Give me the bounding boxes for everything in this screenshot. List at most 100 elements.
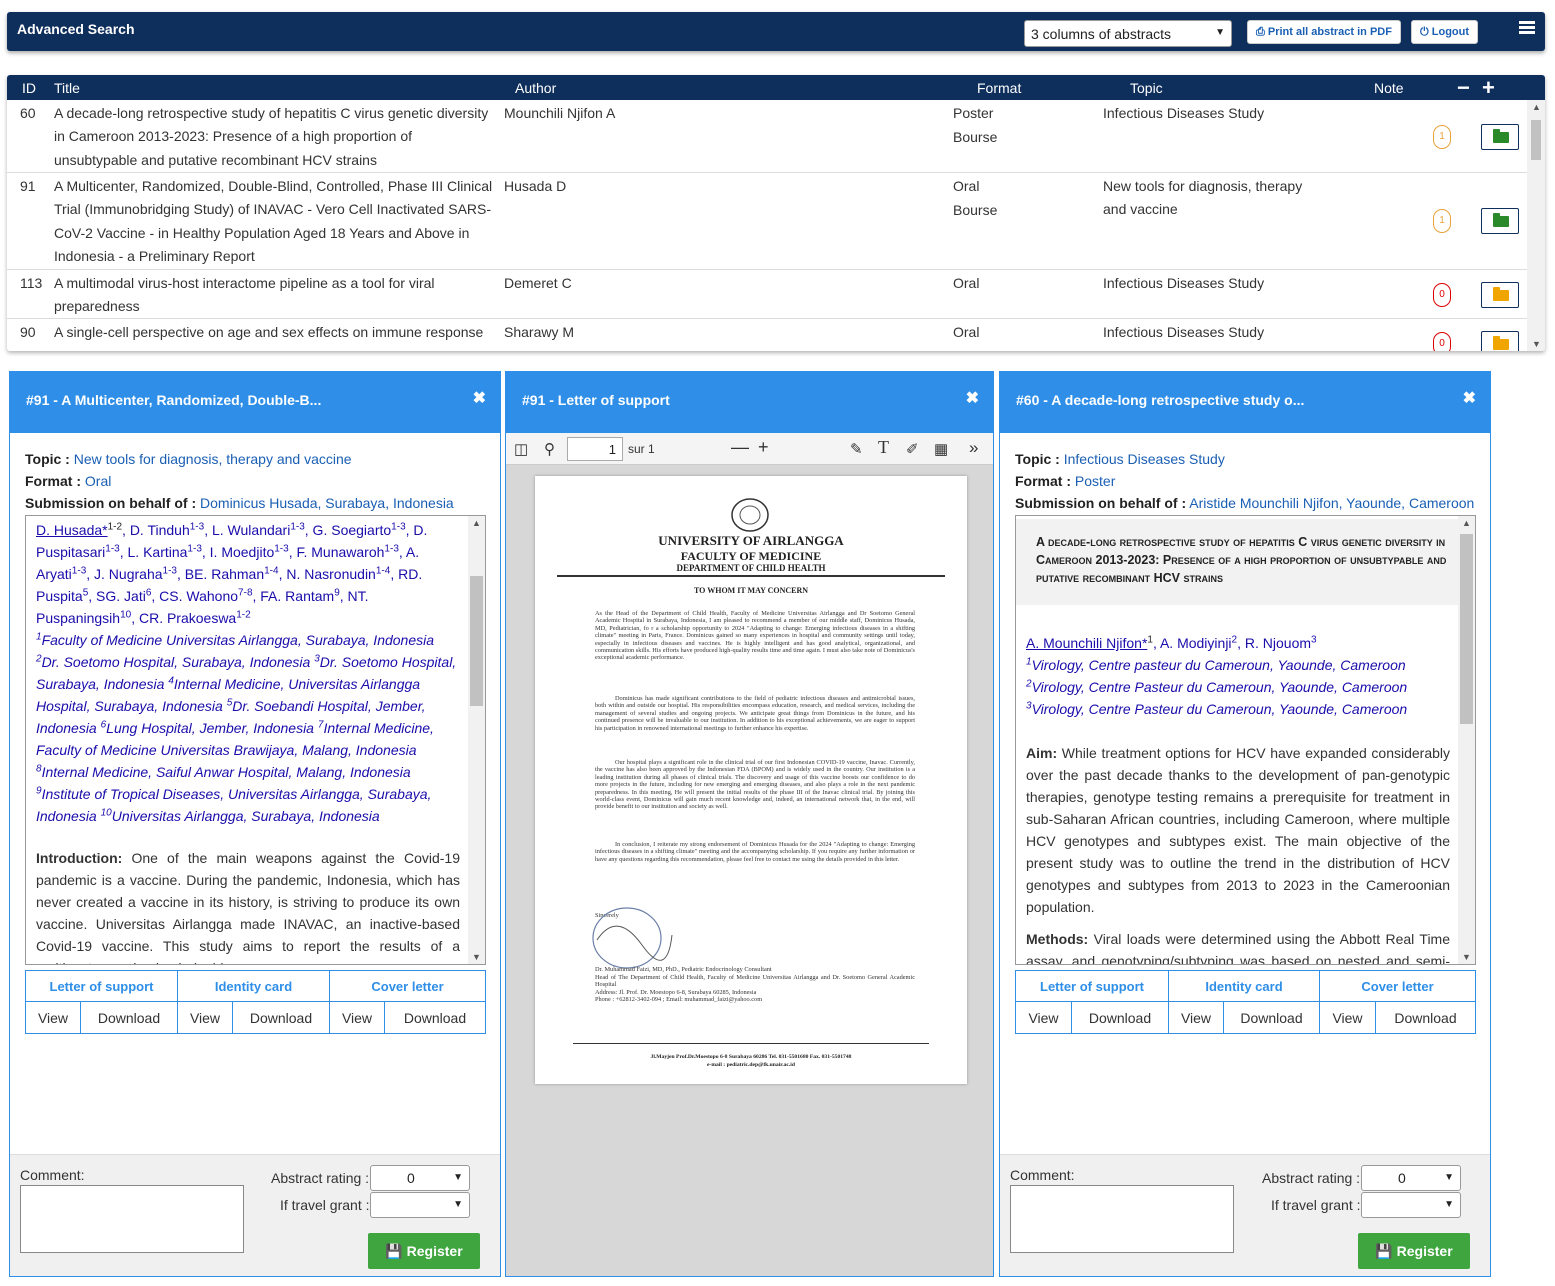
scroll-thumb[interactable]	[470, 576, 483, 706]
rating-select[interactable]: 0 ▼	[370, 1165, 470, 1191]
view-identity-button[interactable]: View	[178, 1002, 233, 1034]
note-badge[interactable]: 0	[1433, 332, 1451, 351]
scroll-thumb[interactable]	[1460, 534, 1473, 724]
col-format[interactable]: Format	[977, 80, 1021, 96]
table-header: ID Title Author Format Topic Note − +	[7, 75, 1545, 100]
view-cover-button[interactable]: View	[330, 1002, 385, 1034]
logout-button[interactable]: ⏻ Logout	[1411, 20, 1479, 44]
chevron-down-icon: ▼	[1444, 1172, 1454, 1183]
scroll-down-icon[interactable]: ▼	[1532, 339, 1541, 349]
chevron-down-icon: ▼	[1215, 27, 1225, 38]
image-icon[interactable]: ▦	[934, 440, 948, 458]
download-identity-button[interactable]: Download	[1224, 1002, 1320, 1034]
review-footer: Comment: Abstract rating : 0 ▼ If travel …	[1000, 1154, 1490, 1276]
download-identity-button[interactable]: Download	[233, 1002, 330, 1034]
scroll-thumb[interactable]	[1531, 120, 1541, 160]
scroll-up-icon[interactable]: ▲	[1462, 518, 1471, 528]
format-value: Poster	[1074, 473, 1116, 489]
chevron-down-icon: ▼	[453, 1199, 463, 1210]
abstract-panel-91: #91 - A Multicenter, Randomized, Double-…	[9, 371, 501, 1277]
scroll-up-icon[interactable]: ▲	[472, 518, 481, 528]
table-row[interactable]: 60 A decade-long retrospective study of …	[7, 100, 1527, 173]
abstract-title: A decade-long retrospective study of hep…	[1016, 519, 1459, 605]
col-topic[interactable]: Topic	[1130, 80, 1163, 96]
open-folder-button[interactable]	[1481, 124, 1519, 150]
affiliation-list: 1Faculty of Medicine Universitas Airlang…	[36, 631, 457, 824]
page-title: Advanced Search	[17, 21, 135, 37]
col-note[interactable]: Note	[1374, 80, 1404, 96]
abstract-scrollbar[interactable]: ▲ ▼	[468, 516, 485, 964]
page-number-input[interactable]: 1	[567, 437, 623, 461]
travel-grant-select[interactable]: ▼	[1361, 1192, 1461, 1218]
view-letter-button[interactable]: View	[26, 1002, 81, 1034]
table-row[interactable]: 90 A single-cell perspective on age and …	[7, 319, 1527, 351]
letter-of-support-label: Letter of support	[1016, 971, 1169, 1002]
cover-letter-label: Cover letter	[330, 971, 485, 1002]
folder-open-icon	[1493, 129, 1509, 143]
abstracts-table: ID Title Author Format Topic Note − + 60…	[7, 75, 1545, 351]
review-footer: Comment: Abstract rating : 0 ▼ If travel …	[10, 1154, 500, 1276]
chevron-down-icon: ▼	[453, 1172, 463, 1183]
scroll-down-icon[interactable]: ▼	[1462, 952, 1471, 962]
columns-select[interactable]: 3 columns of abstracts ▼	[1024, 20, 1232, 47]
behalf-value: Aristide Mounchili Njifon, Yaounde, Came…	[1189, 495, 1475, 511]
text-tool-icon[interactable]: T	[878, 437, 889, 458]
cover-letter-label: Cover letter	[1320, 971, 1475, 1002]
abstract-text-box[interactable]: A decade-long retrospective study of hep…	[1015, 515, 1476, 965]
top-bar: Advanced Search 3 columns of abstracts ▼ …	[7, 12, 1545, 51]
download-cover-button[interactable]: Download	[385, 1002, 485, 1034]
university-seal-icon	[731, 498, 769, 532]
folder-open-icon	[1493, 213, 1509, 227]
collapse-minus-icon[interactable]: −	[1457, 75, 1470, 101]
zoom-in-icon[interactable]: +	[758, 437, 769, 458]
expand-plus-icon[interactable]: +	[1482, 75, 1495, 101]
col-id[interactable]: ID	[22, 80, 36, 96]
print-icon: ⎙	[1256, 26, 1268, 38]
travel-grant-select[interactable]: ▼	[370, 1192, 470, 1218]
format-value: Oral	[84, 473, 112, 489]
close-icon[interactable]: ✖	[1463, 388, 1476, 408]
author-list: D. Husada*1-2, D. Tinduh1-3, L. Wulandar…	[36, 521, 428, 626]
rating-select[interactable]: 0 ▼	[1361, 1165, 1461, 1191]
register-button[interactable]: 💾 Register	[368, 1233, 480, 1269]
table-row[interactable]: 113 A multimodal virus-host interactome …	[7, 270, 1527, 319]
close-icon[interactable]: ✖	[966, 388, 979, 408]
view-letter-button[interactable]: View	[1016, 1002, 1072, 1034]
sidebar-toggle-icon[interactable]: ◫	[514, 440, 528, 458]
folder-icon	[1493, 336, 1509, 350]
panel-header: #60 - A decade-long retrospective study …	[1000, 372, 1490, 433]
register-button[interactable]: 💾 Register	[1358, 1233, 1470, 1269]
pdf-viewer-panel: #91 - Letter of support ✖ ◫ ⚲ 1 sur 1 — +…	[505, 371, 994, 1277]
comment-input[interactable]	[20, 1185, 244, 1253]
more-tools-icon[interactable]: »	[969, 438, 978, 458]
abstract-scrollbar[interactable]: ▲ ▼	[1458, 516, 1475, 964]
abstract-text-box[interactable]: D. Husada*1-2, D. Tinduh1-3, L. Wulandar…	[25, 515, 486, 965]
download-letter-button[interactable]: Download	[81, 1002, 178, 1034]
table-scrollbar[interactable]: ▲ ▼	[1527, 100, 1545, 351]
draw-icon[interactable]: ✐	[906, 440, 919, 458]
scroll-up-icon[interactable]: ▲	[1532, 102, 1541, 112]
scroll-down-icon[interactable]: ▼	[472, 952, 481, 962]
download-letter-button[interactable]: Download	[1072, 1002, 1169, 1034]
menu-icon[interactable]	[1519, 21, 1535, 35]
zoom-out-icon[interactable]: —	[731, 437, 749, 458]
col-title[interactable]: Title	[54, 80, 80, 96]
identity-card-label: Identity card	[178, 971, 330, 1002]
table-row[interactable]: 91 A Multicenter, Randomized, Double-Bli…	[7, 173, 1527, 270]
close-icon[interactable]: ✖	[473, 388, 486, 408]
note-badge[interactable]: 0	[1433, 283, 1451, 307]
col-author[interactable]: Author	[515, 80, 556, 96]
download-cover-button[interactable]: Download	[1376, 1002, 1475, 1034]
view-cover-button[interactable]: View	[1320, 1002, 1376, 1034]
note-badge[interactable]: 1	[1433, 209, 1451, 233]
open-folder-button[interactable]	[1481, 282, 1519, 308]
search-icon[interactable]: ⚲	[544, 440, 555, 458]
comment-input[interactable]	[1010, 1185, 1234, 1253]
documents-table: Letter of support Identity card Cover le…	[1015, 970, 1476, 1034]
note-badge[interactable]: 1	[1433, 125, 1451, 149]
open-folder-button[interactable]	[1481, 331, 1519, 351]
print-pdf-button[interactable]: ⎙ Print all abstract in PDF	[1247, 20, 1401, 44]
open-folder-button[interactable]	[1481, 208, 1519, 234]
highlight-icon[interactable]: ✎	[850, 440, 863, 458]
view-identity-button[interactable]: View	[1169, 1002, 1224, 1034]
